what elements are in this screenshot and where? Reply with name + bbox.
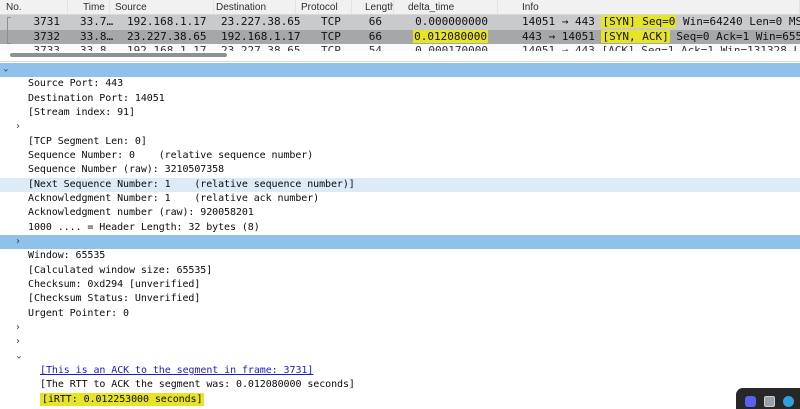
conversation-bracket [7,17,11,44]
highlight-syn-ack: [SYN, ACK] [601,29,670,43]
column-header-info[interactable]: Info [498,0,800,14]
detail-line-options[interactable]: › Options: (12 bytes), Maximum segment s… [0,321,800,335]
detail-line-rtt-to-ack[interactable]: [The RTT to ACK the segment was: 0.01208… [0,378,800,392]
highlight-irtt: [iRTT: 0.012253000 seconds] [40,392,205,406]
column-header-source[interactable]: Source [110,0,214,14]
detail-line-ack-to-segment-link[interactable]: [This is an ACK to the segment in frame:… [0,364,800,378]
packet-list-pane: No. Time Source Destination Protocol Len… [0,0,800,51]
detail-line-acknowledgment-number[interactable]: Acknowledgment Number: 1 (relative ack n… [0,192,800,206]
column-header-destination[interactable]: Destination [214,0,296,14]
detail-line-calculated-window-size[interactable]: [Calculated window size: 65535] [0,264,800,278]
packet-detail-pane: › Transmission Control Protocol, Src Por… [0,61,800,409]
scrollbar-thumb[interactable] [10,53,227,57]
chevron-down-icon[interactable]: › [0,68,12,72]
taskbar-app-icon-3[interactable] [783,396,794,407]
chevron-right-icon[interactable]: › [16,335,20,349]
detail-line-acknowledgment-number-raw[interactable]: Acknowledgment number (raw): 920058201 [0,206,800,220]
detail-line-header-length[interactable]: 1000 .... = Header Length: 32 bytes (8) [0,221,800,235]
chevron-down-icon[interactable]: › [11,355,25,359]
column-header-protocol[interactable]: Protocol [296,0,352,14]
detail-line-sequence-number[interactable]: Sequence Number: 0 (relative sequence nu… [0,149,800,163]
detail-line-destination-port[interactable]: Destination Port: 14051 [0,92,800,106]
column-header-no[interactable]: No. [0,0,68,14]
detail-line-checksum[interactable]: Checksum: 0xd294 [unverified] [0,278,800,292]
detail-line-conversation-completeness[interactable]: › [Conversation completeness: Incomplete… [0,120,800,134]
taskbar-app-icon-2[interactable] [764,396,775,407]
detail-line-timestamps[interactable]: › [Timestamps] [0,335,800,349]
detail-line-window[interactable]: Window: 65535 [0,249,800,263]
detail-line-sequence-number-raw[interactable]: Sequence Number (raw): 3210507358 [0,163,800,177]
detail-line-source-port[interactable]: Source Port: 443 [0,77,800,91]
info-cell: 14051 → 443 [SYN] Seq=0 Win=64240 Len=0 … [522,15,800,28]
detail-line-tcp-segment-len[interactable]: [TCP Segment Len: 0] [0,135,800,149]
detail-line-urgent-pointer[interactable]: Urgent Pointer: 0 [0,307,800,321]
detail-line-stream-index[interactable]: [Stream index: 91] [0,106,800,120]
taskbar-app-icon-1[interactable] [745,396,756,407]
chevron-right-icon[interactable]: › [16,321,20,335]
info-cell: 14051 → 443 [ACK] Seq=1 Ack=1 Win=131328… [522,44,800,51]
detail-line-irtt[interactable]: [iRTT: 0.012253000 seconds] [0,392,800,407]
highlight-delta-time: 0.012080000 [413,29,488,43]
detail-line-checksum-status[interactable]: [Checksum Status: Unverified] [0,292,800,306]
taskbar-corner [736,388,800,409]
highlight-syn: [SYN] Seq=0 [601,15,677,28]
detail-line-seq-ack-analysis[interactable]: › [SEQ/ACK analysis] [0,350,800,364]
detail-line-tcp-header[interactable]: › Transmission Control Protocol, Src Por… [0,63,800,78]
packet-list-header: No. Time Source Destination Protocol Len… [0,0,800,15]
column-header-delta-time[interactable]: delta_time [394,0,498,14]
horizontal-scrollbar[interactable] [0,51,800,61]
detail-line-next-sequence-number[interactable]: [Next Sequence Number: 1 (relative seque… [0,177,800,192]
chevron-right-icon[interactable]: › [16,235,20,249]
column-header-length[interactable]: Length [352,0,394,14]
info-cell: 443 → 14051 [SYN, ACK] Seq=0 Ack=1 Win=6… [522,29,800,43]
detail-line-flags[interactable]: › Flags: 0x012 (SYN, ACK) [0,234,800,250]
packet-row-3732-selected[interactable]: 3732 33.8… 23.227.38.65 192.168.1.17 TCP… [0,29,800,44]
column-header-time[interactable]: Time [68,0,110,14]
packet-row-3733-partial[interactable]: 3733 33.8… 192.168.1.17 23.227.38.65 TCP… [0,44,800,51]
chevron-right-icon[interactable]: › [16,120,20,134]
wireshark-window: No. Time Source Destination Protocol Len… [0,0,800,409]
packet-row-3731[interactable]: 3731 33.7… 192.168.1.17 23.227.38.65 TCP… [0,15,800,30]
